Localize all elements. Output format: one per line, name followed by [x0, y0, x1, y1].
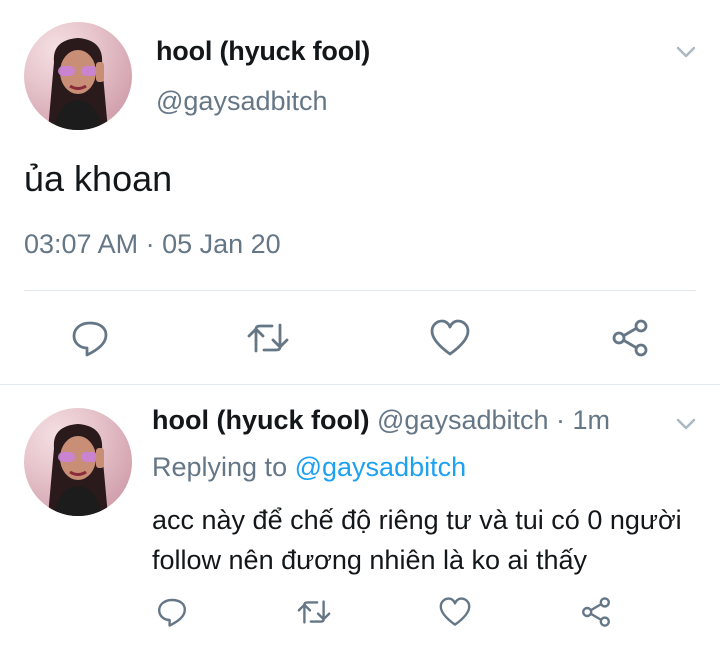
main-share-button[interactable] — [606, 314, 654, 362]
section-divider — [0, 384, 720, 385]
main-tweet-timestamp[interactable]: 03:07 AM · 05 Jan 20 — [24, 229, 281, 260]
replying-to-label: Replying to — [152, 452, 288, 482]
main-retweet-button[interactable] — [244, 314, 292, 362]
main-handle[interactable]: @gaysadbitch — [156, 86, 328, 117]
reply-tweet-menu-chevron-down-icon[interactable] — [674, 412, 698, 436]
reply-avatar[interactable] — [24, 408, 132, 516]
main-avatar[interactable] — [24, 22, 132, 130]
reply-tweet-text: acc này để chế độ riêng tư và tui có 0 n… — [152, 505, 682, 575]
reply-icon — [158, 598, 186, 627]
reply-like-button[interactable] — [435, 592, 475, 632]
share-icon — [612, 319, 648, 357]
main-tweet-text: ủa khoan — [24, 158, 173, 199]
reply-reply-button[interactable] — [152, 592, 192, 632]
main-divider — [24, 290, 696, 291]
reply-share-button[interactable] — [576, 592, 616, 632]
heart-icon — [439, 597, 471, 626]
main-tweet-menu-chevron-down-icon[interactable] — [674, 40, 698, 64]
share-icon — [582, 597, 610, 627]
retweet-icon — [247, 323, 289, 353]
main-display-name[interactable]: hool (hyuck fool) — [156, 36, 370, 67]
main-reply-button[interactable] — [66, 314, 114, 362]
reply-display-name[interactable]: hool (hyuck fool) — [152, 405, 369, 435]
reply-retweet-button[interactable] — [294, 592, 334, 632]
reply-icon — [72, 321, 108, 357]
replying-to-mention[interactable]: @gaysadbitch — [295, 452, 467, 482]
retweet-icon — [297, 600, 331, 624]
reply-header: hool (hyuck fool) @gaysadbitch · 1m — [152, 405, 610, 436]
main-like-button[interactable] — [426, 314, 474, 362]
reply-time-ago: · 1m — [556, 405, 611, 435]
replying-to-line: Replying to @gaysadbitch — [152, 452, 466, 483]
reply-handle[interactable]: @gaysadbitch — [377, 405, 549, 435]
heart-icon — [430, 319, 470, 356]
